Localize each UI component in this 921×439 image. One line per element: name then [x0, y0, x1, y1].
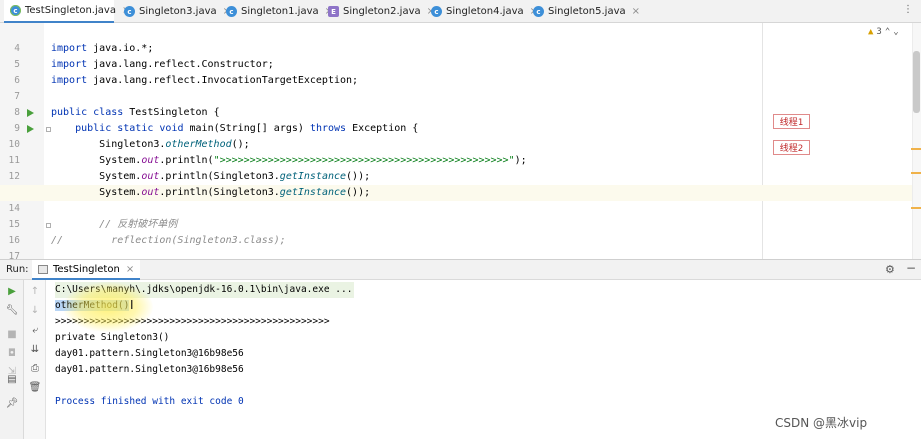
run-gutter-icon[interactable]	[27, 125, 34, 133]
code-text: System.out.println(Singleton3.getInstanc…	[51, 171, 371, 182]
warning-count: 3	[876, 27, 882, 37]
java-class-icon: c	[124, 6, 135, 17]
console-exit-line: Process finished with exit code 0	[55, 396, 244, 407]
code-text: System.out.println(Singleton3.getInstanc…	[51, 187, 371, 198]
line-number: 17	[8, 251, 20, 259]
soft-wrap-icon[interactable]: ⤶	[27, 323, 43, 337]
rerun-icon[interactable]: ▶	[4, 284, 20, 298]
code-editor[interactable]: 4 5 import java.io.*; 6 import java.lang…	[0, 23, 921, 259]
code-text: Singleton3.otherMethod();	[51, 139, 250, 150]
java-class-icon: c	[533, 6, 544, 17]
tab-singleton5[interactable]: c Singleton5.java ×	[533, 0, 640, 23]
editor-scroll-thumb[interactable]	[913, 51, 920, 113]
pin-icon[interactable]: 📌︎	[4, 396, 20, 410]
scroll-to-end-icon[interactable]: ⇊	[27, 342, 43, 356]
stop-icon[interactable]: ■	[4, 327, 20, 341]
error-stripe-marker[interactable]	[911, 207, 921, 209]
code-text: // reflection(Singleton3.class);	[51, 235, 286, 246]
trash-icon[interactable]: 🗑︎	[27, 380, 43, 394]
watermark: CSDN @黑冰vip	[775, 416, 868, 430]
console-line: day01.pattern.Singleton3@16b98e56	[55, 348, 244, 359]
text-cursor-icon: I	[130, 298, 134, 312]
chevron-up-icon[interactable]: ⌃	[885, 27, 890, 37]
run-label: Run:	[6, 264, 29, 275]
tab-singleton2[interactable]: E Singleton2.java ×	[328, 0, 435, 23]
error-stripe-marker[interactable]	[911, 172, 921, 174]
layout-icon[interactable]: ▤	[4, 372, 20, 386]
tab-label: Singleton4.java	[446, 6, 524, 17]
code-text: System.out.println(">>>>>>>>>>>>>>>>>>>>…	[51, 155, 527, 166]
close-icon[interactable]: ×	[126, 264, 134, 275]
console-line: private Singleton3()	[55, 332, 170, 343]
tab-singleton4[interactable]: c Singleton4.java ×	[431, 0, 538, 23]
code-text: import java.lang.reflect.InvocationTarge…	[51, 75, 359, 86]
code-line: 7 import java.lang.reflect.InvocationTar…	[0, 73, 912, 102]
minimize-icon[interactable]: −	[906, 261, 916, 275]
arrow-up-icon[interactable]: ↑	[27, 284, 43, 298]
console-command-line: C:\Users\manyh\.jdks\openjdk-16.0.1\bin\…	[55, 282, 355, 298]
code-text: public class TestSingleton {	[51, 107, 220, 118]
console-line: day01.pattern.Singleton3@16b98e56	[55, 364, 244, 375]
tab-label: Singleton3.java	[139, 6, 217, 17]
java-class-icon: c	[226, 6, 237, 17]
tab-label: TestSingleton.java	[25, 5, 116, 16]
camera-icon[interactable]: ◘	[4, 346, 20, 360]
code-line: 13 System.out.println(Singleton3.getInst…	[0, 169, 912, 198]
annotation-thread-1: 线程1	[773, 114, 810, 129]
code-line: 17 // reflection(Singleton3.class);	[0, 233, 912, 259]
print-icon[interactable]: ⎙	[27, 361, 43, 375]
annotation-thread-2: 线程2	[773, 140, 810, 155]
warning-icon: ▲	[868, 27, 874, 37]
run-tool-window-header: Run: TestSingleton × ⚙ −	[0, 259, 921, 280]
java-class-icon: c	[431, 6, 442, 17]
tab-singleton1[interactable]: c Singleton1.java ×	[226, 0, 333, 23]
tab-label: Singleton2.java	[343, 6, 421, 17]
error-stripe-marker[interactable]	[911, 148, 921, 150]
java-class-main-icon: c	[10, 5, 21, 16]
arrow-down-icon[interactable]: ↓	[27, 303, 43, 317]
run-gutter-icon[interactable]	[27, 109, 34, 117]
java-enum-icon: E	[328, 6, 339, 17]
code-line: 15	[0, 201, 912, 230]
console-line: otherMethod()	[55, 298, 130, 314]
code-text: public static void main(String[] args) t…	[75, 123, 419, 134]
code-line: 16 // 反射破坏单例	[0, 217, 912, 246]
code-text: import java.io.*;	[51, 43, 154, 54]
close-icon[interactable]: ×	[632, 6, 640, 17]
code-text: import java.lang.reflect.Constructor;	[51, 59, 274, 70]
tab-overflow-icon[interactable]: ⋮	[903, 4, 913, 15]
code-line-current: 14 System.out.println(Singleton3.getInst…	[0, 185, 912, 214]
wrench-icon[interactable]: 🔧︎	[4, 303, 20, 317]
tab-testsingleton[interactable]: c TestSingleton.java ×	[4, 0, 130, 23]
console-icon	[38, 264, 48, 274]
gear-icon[interactable]: ⚙	[885, 263, 895, 276]
code-line: 5 import java.io.*;	[0, 41, 912, 70]
tab-singleton3[interactable]: c Singleton3.java ×	[124, 0, 231, 23]
code-line: 6 import java.lang.reflect.Constructor;	[0, 57, 912, 86]
chevron-down-icon[interactable]: ⌄	[893, 27, 898, 37]
run-tab-testsingleton[interactable]: TestSingleton ×	[32, 260, 141, 280]
code-line: 8	[0, 89, 912, 118]
inspection-widget[interactable]: ▲ 3 ⌃ ⌄	[868, 27, 899, 37]
tab-label: Singleton5.java	[548, 6, 626, 17]
code-text: // 反射破坏单例	[51, 219, 178, 230]
selected-text: otherMethod()	[55, 300, 130, 311]
editor-tab-bar: c TestSingleton.java × c Singleton3.java…	[0, 0, 921, 23]
run-toolbar-left: ▶ 🔧︎ ■ ◘ ⇲ ▤ 📌︎	[0, 280, 24, 439]
tab-label: Singleton1.java	[241, 6, 319, 17]
code-line: 4	[0, 25, 912, 54]
code-line: 12 System.out.println(">>>>>>>>>>>>>>>>>…	[0, 153, 912, 182]
run-toolbar-right: ↑ ↓ ⤶ ⇊ ⎙ 🗑︎	[24, 280, 46, 439]
console-line: >>>>>>>>>>>>>>>>>>>>>>>>>>>>>>>>>>>>>>>>…	[55, 316, 330, 327]
run-tab-label: TestSingleton	[53, 263, 120, 275]
